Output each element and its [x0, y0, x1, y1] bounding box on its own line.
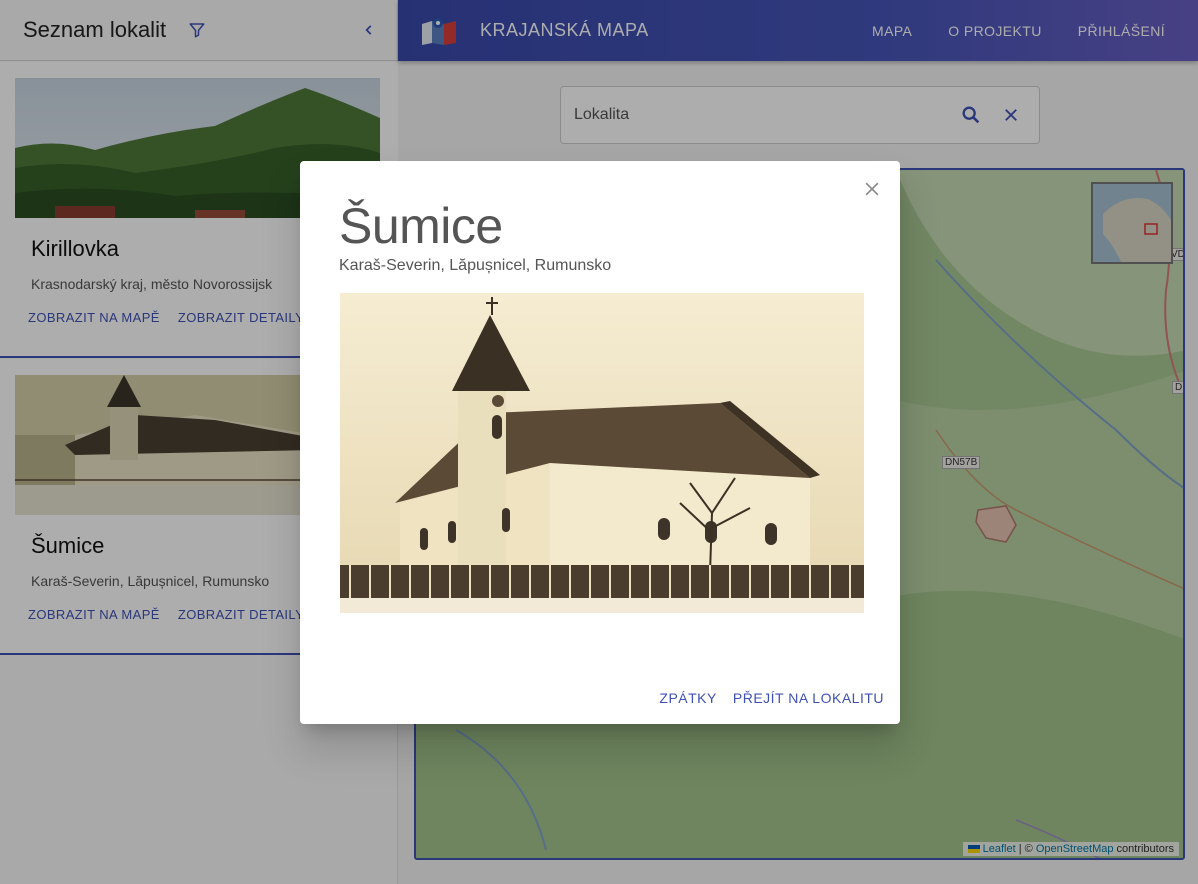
- back-button[interactable]: ZPÁTKY: [659, 690, 716, 706]
- dialog-title: Šumice: [339, 198, 503, 254]
- dialog-subtitle: Karaš-Severin, Lăpușnicel, Rumunsko: [339, 257, 612, 274]
- close-icon[interactable]: [862, 179, 882, 199]
- church-photo: [340, 293, 864, 613]
- go-to-location-button[interactable]: PŘEJÍT NA LOKALITU: [733, 690, 884, 706]
- location-dialog: Šumice Karaš-Severin, Lăpușnicel, Rumuns…: [300, 161, 900, 724]
